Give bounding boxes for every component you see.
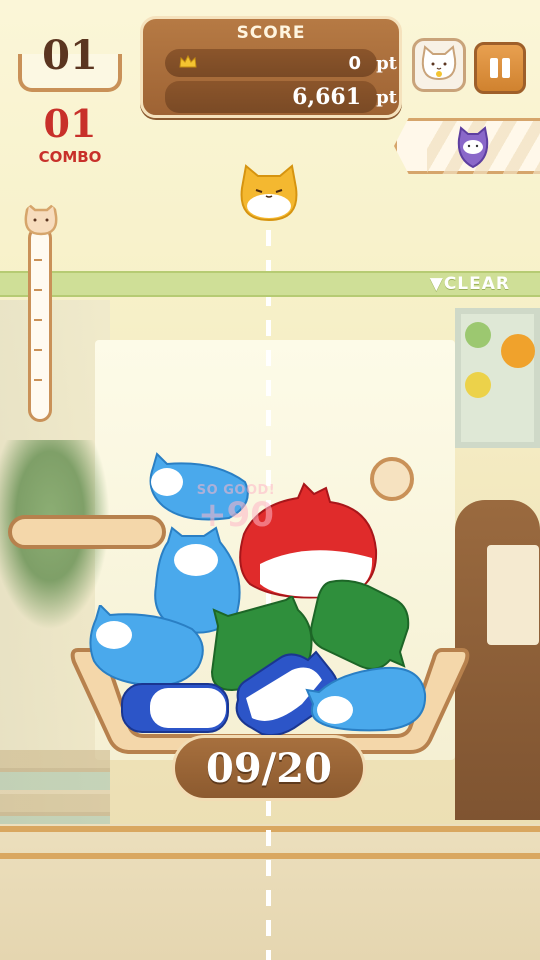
crown-icon bbox=[179, 55, 197, 68]
height-meter bbox=[28, 226, 52, 422]
score-title: SCORE bbox=[236, 23, 306, 43]
best-score-value: 0 bbox=[348, 52, 361, 74]
current-score-row: 6,661 pt bbox=[165, 81, 397, 113]
combo-label: COMBO bbox=[38, 148, 102, 166]
score-panel: SCORE 0 pt 6,661 pt bbox=[140, 16, 402, 118]
clear-line-band: ▼CLEAR bbox=[0, 271, 540, 297]
clear-label: ▼CLEAR bbox=[429, 274, 510, 294]
flower-decoration bbox=[501, 334, 535, 368]
combo-count: 01 bbox=[43, 101, 97, 146]
blue-cat-blob bbox=[305, 666, 427, 732]
score-popup: SO GOOD! +90 bbox=[190, 483, 282, 532]
cat-face-icon bbox=[421, 45, 457, 81]
meter-cat-head-icon bbox=[24, 202, 58, 236]
popup-value: +90 bbox=[198, 495, 274, 535]
drop-counter-value: 01 bbox=[42, 32, 98, 79]
best-score-row: 0 pt bbox=[165, 49, 397, 77]
background-picture-frame bbox=[455, 308, 540, 448]
flower-decoration bbox=[465, 322, 491, 348]
side-shelf-platform bbox=[8, 515, 166, 549]
current-score-unit: pt bbox=[376, 86, 397, 108]
blue-cat-blob bbox=[89, 605, 204, 687]
navy-cat-block bbox=[121, 683, 229, 733]
purple-cat-icon bbox=[457, 126, 489, 169]
current-score-value: 6,661 bbox=[292, 84, 361, 110]
drop-counter: 01 bbox=[18, 32, 122, 94]
best-score-unit: pt bbox=[376, 52, 397, 74]
background-clock-face bbox=[487, 545, 539, 645]
next-piece-tray bbox=[394, 118, 540, 174]
pause-button[interactable] bbox=[474, 42, 526, 94]
flower-decoration bbox=[465, 372, 491, 398]
progress-counter: 09/20 bbox=[172, 735, 366, 801]
progress-counter-text: 09/20 bbox=[206, 744, 332, 792]
falling-yellow-cat[interactable] bbox=[236, 160, 302, 226]
cat-menu-button[interactable] bbox=[412, 38, 466, 92]
